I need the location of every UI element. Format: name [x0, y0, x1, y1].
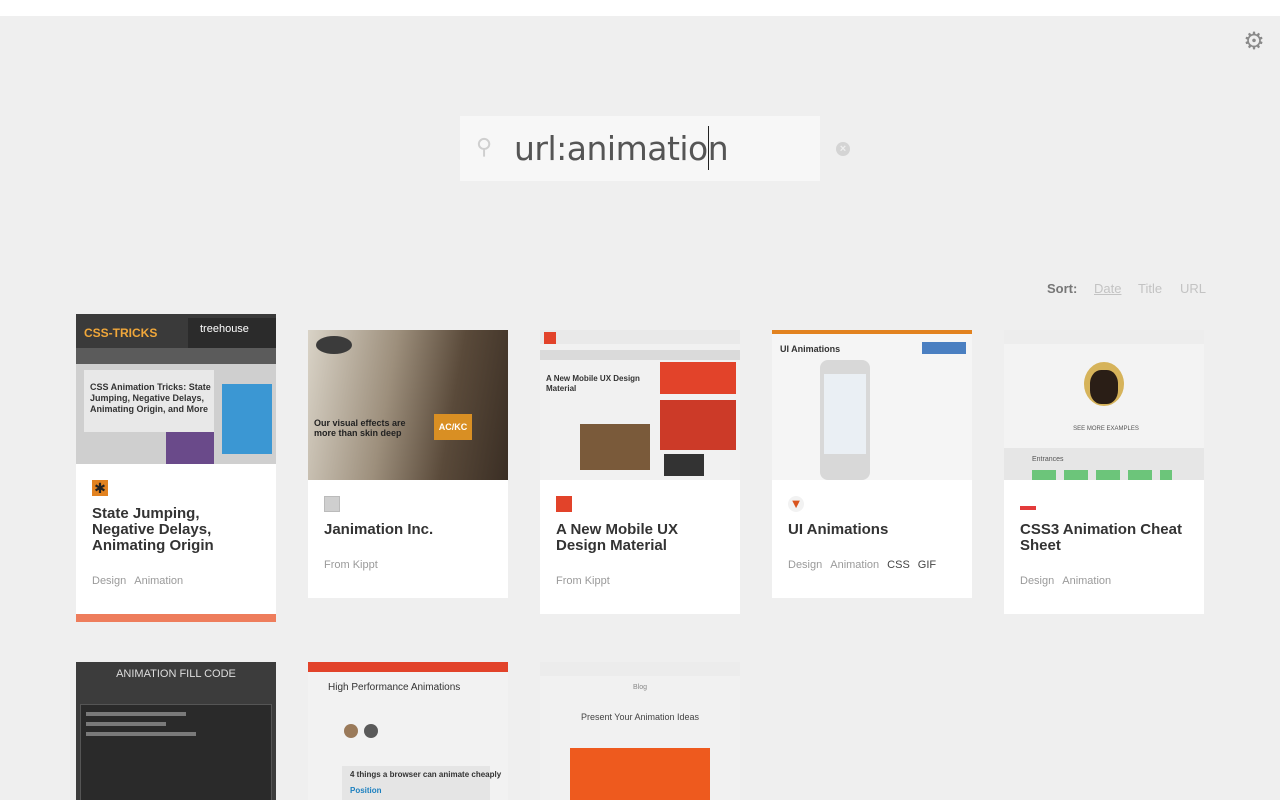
tag[interactable]: GIF: [918, 559, 936, 571]
card-thumbnail: CSS-TRICKS treehouse CSS Animation Trick…: [76, 314, 276, 464]
bookmark-card[interactable]: ANIMATION FILL CODE: [76, 662, 276, 800]
thumb-row: Position: [350, 786, 382, 795]
card-thumbnail: SEE MORE EXAMPLES Entrances: [1004, 330, 1204, 480]
thumb-tagline: Our visual effects are more than skin de…: [314, 418, 406, 438]
site-favicon-icon: [1020, 506, 1036, 510]
thumb-headline: A New Mobile UX Design Material: [546, 374, 640, 393]
card-thumbnail: High Performance Animations 4 things a b…: [308, 662, 508, 800]
gear-icon[interactable]: ⚙: [1242, 30, 1266, 54]
bookmark-card[interactable]: Blog Present Your Animation Ideas: [540, 662, 740, 800]
card-title: Janimation Inc.: [324, 521, 434, 538]
clear-icon[interactable]: ×: [836, 142, 850, 156]
card-tags: Design Animation: [92, 575, 191, 587]
sort-option-title[interactable]: Title: [1138, 281, 1162, 297]
thumb-section: Blog: [632, 684, 647, 691]
thumb-badge: AC/KC: [434, 414, 472, 440]
sort-option-url[interactable]: URL: [1180, 281, 1206, 297]
text-caret: [708, 126, 709, 170]
bookmark-card[interactable]: A New Mobile UX Design Material A New Mo…: [540, 330, 740, 614]
thumb-headline: High Performance Animations: [328, 682, 461, 693]
sort-option-date[interactable]: Date: [1094, 281, 1121, 297]
bookmark-card[interactable]: UI Animations ▼ UI Animations Design Anim…: [772, 330, 972, 598]
thumb-sub: 4 things a browser can animate cheaply: [350, 770, 502, 779]
card-title: CSS3 Animation Cheat Sheet: [1020, 521, 1182, 554]
thumb-badge: treehouse: [200, 323, 249, 335]
card-title: UI Animations: [788, 521, 889, 538]
thumb-link: SEE MORE EXAMPLES: [1073, 426, 1139, 432]
thumb-headline: UI Animations: [780, 344, 841, 354]
selected-indicator: [76, 614, 276, 622]
search-box[interactable]: ⚲: [460, 116, 820, 181]
tag[interactable]: Design: [92, 575, 126, 587]
card-thumbnail: Blog Present Your Animation Ideas: [540, 662, 740, 800]
tag[interactable]: CSS: [887, 559, 910, 571]
card-title: State Jumping, Negative Delays, Animatin…: [92, 505, 214, 554]
thumb-headline: CSS Animation Tricks: State Jumping, Neg…: [90, 382, 211, 414]
bookmark-card[interactable]: Our visual effects are more than skin de…: [308, 330, 508, 598]
card-tags: Design Animation CSS GIF: [788, 559, 944, 571]
thumb-section: Entrances: [1032, 456, 1064, 463]
tag[interactable]: Animation: [134, 575, 183, 587]
tag[interactable]: Design: [1020, 575, 1054, 587]
bookmark-card[interactable]: CSS-TRICKS treehouse CSS Animation Trick…: [76, 314, 276, 622]
bookmark-card[interactable]: High Performance Animations 4 things a b…: [308, 662, 508, 800]
top-bar: [0, 0, 1280, 16]
thumb-headline: Present Your Animation Ideas: [580, 712, 700, 722]
thumb-logo: CSS-TRICKS: [84, 326, 158, 340]
card-thumbnail: ANIMATION FILL CODE: [76, 662, 276, 800]
bookmark-card[interactable]: SEE MORE EXAMPLES Entrances CSS3 Animati…: [1004, 330, 1204, 614]
card-source: From Kippt: [324, 559, 378, 571]
card-source: From Kippt: [556, 575, 610, 587]
search-icon: ⚲: [476, 134, 493, 159]
tag[interactable]: Design: [788, 559, 822, 571]
site-favicon-icon: ▼: [788, 496, 804, 512]
card-thumbnail: A New Mobile UX Design Material: [540, 330, 740, 480]
search-input[interactable]: [514, 125, 810, 171]
card-thumbnail: Our visual effects are more than skin de…: [308, 330, 508, 480]
tag[interactable]: Animation: [830, 559, 879, 571]
site-favicon-icon: [556, 496, 572, 512]
card-thumbnail: UI Animations: [772, 330, 972, 480]
thumb-headline: ANIMATION FILL CODE: [116, 668, 236, 680]
site-favicon-icon: ✱: [92, 480, 108, 496]
card-tags: Design Animation: [1020, 575, 1119, 587]
card-title: A New Mobile UX Design Material: [556, 521, 678, 554]
sort-label: Sort:: [1047, 281, 1078, 296]
site-favicon-icon: [324, 496, 340, 512]
tag[interactable]: Animation: [1062, 575, 1111, 587]
